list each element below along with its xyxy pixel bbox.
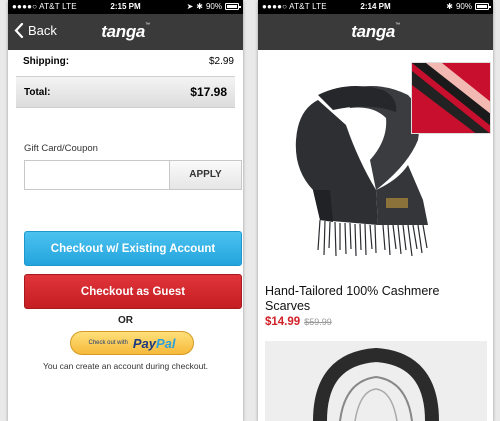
headphones-product-image (265, 341, 487, 421)
status-bar: ●●●●○ AT&T LTE 2:14 PM ✱ 90% (258, 0, 493, 14)
shipping-row: Shipping: $2.99 (8, 50, 243, 76)
total-label: Total: (24, 86, 51, 98)
tanga-logo: tanga™ (101, 22, 150, 41)
location-icon: ➤ (186, 2, 194, 11)
battery-icon (225, 3, 241, 10)
paypal-logo: PayPal (132, 335, 176, 351)
sale-price: $14.99 (265, 316, 301, 328)
checkout-as-guest-button[interactable]: Checkout as Guest (24, 274, 242, 309)
color-swatch[interactable] (411, 62, 491, 134)
stripe-swatch-image (412, 63, 490, 133)
battery-percent: 90% (205, 2, 222, 11)
battery-icon (475, 3, 491, 10)
next-product-card[interactable] (265, 341, 487, 421)
or-separator: OR (118, 315, 133, 326)
total-value: $17.98 (190, 85, 227, 99)
nav-bar: Back tanga™ (8, 14, 243, 50)
bluetooth-icon: ✱ (446, 2, 453, 11)
product-screen: ●●●●○ AT&T LTE 2:14 PM ✱ 90% tanga™ Hand… (258, 0, 493, 421)
total-row: Total: $17.98 (16, 76, 235, 108)
battery-percent: 90% (455, 2, 472, 11)
bluetooth-icon: ✱ (196, 2, 203, 11)
product-title[interactable]: Hand-Tailored 100% Cashmere Scarves (265, 284, 487, 314)
nav-bar: tanga™ (258, 14, 493, 50)
paypal-checkout-button[interactable]: Check out with PayPal (70, 331, 194, 355)
original-price: $59.99 (304, 317, 332, 327)
status-bar: ●●●●○ AT&T LTE 2:15 PM ➤ ✱ 90% (8, 0, 243, 14)
shipping-value: $2.99 (208, 56, 234, 67)
checkout-existing-account-button[interactable]: Checkout w/ Existing Account (24, 231, 242, 266)
coupon-label: Gift Card/Coupon (24, 143, 98, 154)
paypal-small-text: Check out with (88, 340, 128, 346)
checkout-screen: ●●●●○ AT&T LTE 2:15 PM ➤ ✱ 90% Back tang… (8, 0, 243, 421)
tanga-logo: tanga™ (351, 22, 400, 41)
price-row: $14.99 $59.99 (265, 316, 332, 328)
status-right: ✱ 90% (446, 2, 491, 11)
apply-button[interactable]: APPLY (169, 160, 242, 190)
account-note: You can create an account during checkou… (42, 361, 209, 371)
coupon-input[interactable] (24, 160, 170, 190)
shipping-label: Shipping: (23, 56, 70, 67)
status-right: ➤ ✱ 90% (186, 2, 241, 11)
